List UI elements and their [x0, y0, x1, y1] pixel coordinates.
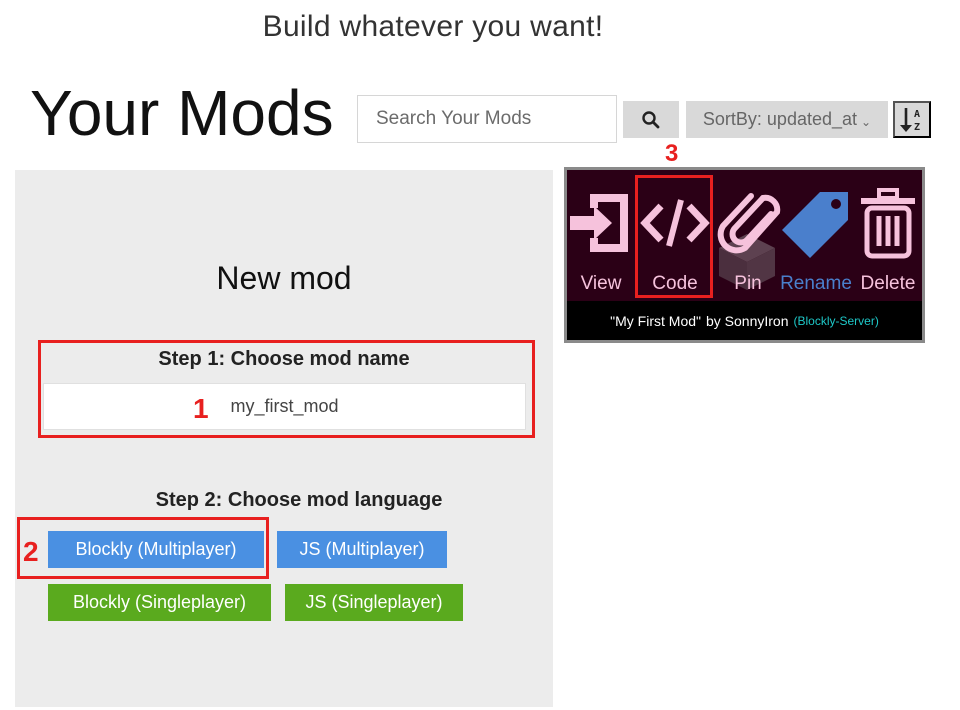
view-label: View — [580, 273, 622, 294]
js-multiplayer-button[interactable]: JS (Multiplayer) — [277, 531, 447, 568]
paperclip-icon — [717, 193, 781, 254]
annotation-box-2 — [17, 517, 269, 579]
new-mod-title: New mod — [216, 260, 352, 296]
annotation-box-3 — [635, 175, 713, 298]
sort-direction-button[interactable]: A Z — [893, 101, 931, 138]
annotation-box-1 — [38, 340, 535, 438]
server-type: (Blockly-Server) — [793, 313, 879, 328]
blockly-singleplayer-button[interactable]: Blockly (Singleplayer) — [48, 584, 271, 621]
tag-icon — [782, 192, 848, 258]
mod-card-actions: View Code Pin Rename Delete — [567, 170, 922, 300]
annotation-2: 2 — [23, 536, 39, 567]
enter-icon — [570, 194, 628, 252]
search-input[interactable] — [357, 95, 617, 143]
view-action[interactable]: View — [567, 170, 635, 300]
delete-action[interactable]: Delete — [855, 170, 921, 300]
svg-text:A: A — [914, 109, 920, 120]
sort-select[interactable]: SortBy: updated_at ⌄ — [686, 101, 888, 138]
mod-author: by SonnyIron — [706, 312, 789, 329]
search-button[interactable] — [623, 101, 679, 138]
mod-title[interactable]: "My First Mod" — [610, 313, 701, 329]
chevron-down-icon: ⌄ — [861, 114, 872, 129]
annotation-1: 1 — [193, 393, 209, 424]
new-mod-panel: New mod Step 1: Choose mod name Step 2: … — [15, 170, 553, 707]
rename-label: Rename — [780, 273, 852, 294]
js-singleplayer-button[interactable]: JS (Singleplayer) — [285, 584, 463, 621]
search-icon — [642, 110, 660, 128]
trash-icon — [861, 188, 915, 259]
rename-action[interactable]: Rename — [779, 170, 853, 300]
tagline: Build whatever you want! — [262, 10, 604, 43]
sort-select-label: SortBy: updated_at — [702, 109, 858, 129]
mod-card: View Code Pin Rename Delete "My First Mo… — [564, 167, 925, 343]
page-title: Your Mods — [30, 77, 334, 149]
pin-action[interactable]: Pin — [713, 170, 783, 300]
step2-label: Step 2: Choose mod language — [155, 489, 443, 511]
annotation-3: 3 — [665, 140, 679, 167]
delete-label: Delete — [860, 273, 916, 294]
sort-alpha-down-icon: A Z — [900, 107, 920, 133]
mod-card-footer: "My First Mod" by SonnyIron (Blockly-Ser… — [567, 301, 922, 340]
pin-label: Pin — [734, 273, 762, 294]
svg-text:Z: Z — [914, 122, 920, 133]
